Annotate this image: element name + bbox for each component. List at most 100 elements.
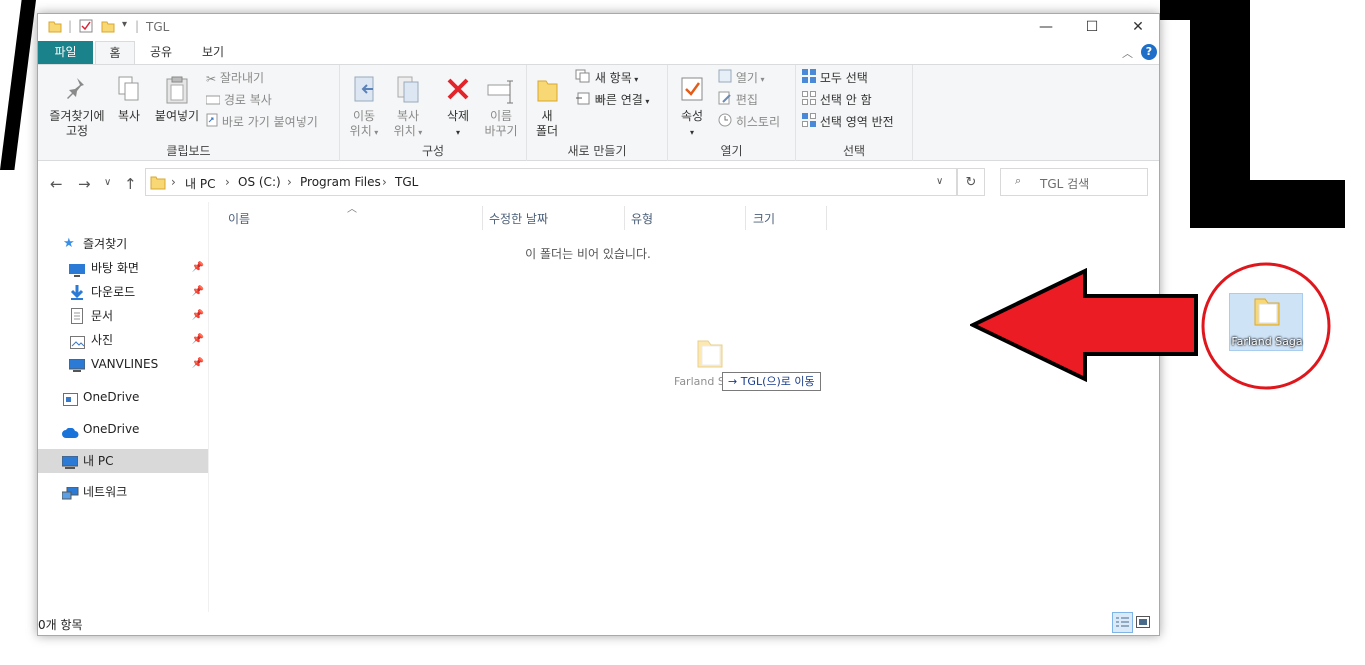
back-arrow-icon[interactable]: ← [50,175,63,193]
new-group-label: 새로 만들기 [567,144,627,158]
nav-item-documents-label: 문서 [91,309,114,323]
drag-move-tooltip: → TGL(으)로 이동 [722,372,821,391]
address-dropdown-icon[interactable]: ∨ [936,176,943,187]
delete-button[interactable]: 삭제 ▾ [438,75,478,140]
pin-label-2: 고정 [65,124,89,138]
pin-to-quick-access-button[interactable]: 즐겨찾기에 고정 [42,75,112,139]
sort-ascending-icon: ︿ [347,204,357,215]
nav-this-pc-label: 내 PC [83,454,114,468]
paste-icon [164,75,190,109]
move-label-2: 위치 [349,124,372,138]
column-separator[interactable] [482,206,483,230]
tab-view[interactable]: 보기 [193,41,233,64]
nav-item-vanvlines[interactable]: VANVLINES 📌 [38,352,208,376]
column-header-name[interactable]: 이름 [228,210,250,232]
new-folder-label-2: 폴더 [535,124,559,138]
easy-access-button[interactable]: 빠른 연결 ▾ [575,91,649,109]
navigation-pane: ★ 즐겨찾기 바탕 화면 📌 다운로드 📌 문서 📌 사진 📌 VANVLINE… [38,202,209,612]
rename-label-1: 이름 [489,109,513,123]
breadcrumb-os-c[interactable]: OS (C:) [238,175,281,189]
column-separator[interactable] [745,206,746,230]
copy-path-button[interactable]: 경로 복사 [205,91,272,109]
forward-arrow-icon[interactable]: → [78,175,91,193]
open-label: 열기 [735,71,758,85]
nav-item-downloads[interactable]: 다운로드 📌 [38,280,208,304]
properties-button[interactable]: 속성 ▾ [674,75,710,140]
collapse-ribbon-icon[interactable]: ︿ [1122,45,1133,61]
rename-button[interactable]: 이름 바꾸기 [480,75,522,139]
customize-dropdown-icon[interactable]: ▾ [122,19,127,35]
nav-this-pc[interactable]: 내 PC [38,449,208,473]
computer-icon [61,454,79,478]
recent-dropdown-icon[interactable]: ∨ [104,177,111,188]
breadcrumb-program-files[interactable]: Program Files [300,175,381,189]
new-folder-icon [535,75,559,109]
search-input[interactable]: ⌕ TGL 검색 [1000,168,1148,196]
new-item-button[interactable]: 새 항목 ▾ [575,69,638,87]
onedrive-icon [63,390,78,414]
close-button[interactable]: ✕ [1115,14,1161,40]
paste-shortcut-button[interactable]: 바로 가기 붙여넣기 [206,113,318,131]
cloud-icon [62,423,79,447]
tab-home[interactable]: 홈 [95,41,135,64]
folder-icon [1253,295,1281,330]
breadcrumb-separator: › [171,175,176,189]
large-icons-view-icon[interactable] [1136,616,1150,631]
nav-onedrive-1[interactable]: OneDrive [38,385,208,409]
window-title: TGL [146,20,170,34]
new-folder-button[interactable]: 새 폴더 [533,75,561,139]
minimize-button[interactable]: — [1023,14,1069,40]
breadcrumb-tgl[interactable]: TGL [395,175,418,189]
background-stroke [0,0,36,170]
edit-icon [718,91,732,110]
scissors-icon: ✂ [206,71,217,86]
breadcrumb-separator: › [225,175,230,189]
nav-onedrive-1-label: OneDrive [83,390,140,404]
details-view-icon[interactable] [1112,612,1133,633]
select-none-button[interactable]: 선택 안 함 [802,91,872,109]
copy-path-label: 경로 복사 [223,93,272,107]
properties-quick-icon[interactable] [79,19,93,35]
copy-button[interactable]: 복사 [114,75,144,124]
column-separator[interactable] [624,206,625,230]
file-list[interactable]: ︿ 이름 수정한 날짜 유형 크기 이 폴더는 비어 있습니다. [210,202,1158,612]
move-label-1: 이동 [352,109,376,123]
open-button[interactable]: 열기 ▾ [718,69,764,87]
invert-selection-button[interactable]: 선택 영역 반전 [802,113,894,131]
pin-icon: 📌 [191,334,204,345]
nav-item-pictures[interactable]: 사진 📌 [38,328,208,352]
copy-to-label-2: 위치 [393,124,416,138]
properties-icon [679,75,705,109]
cut-button[interactable]: ✂ 잘라내기 [206,69,264,87]
breadcrumb-this-pc[interactable]: 내 PC [185,175,215,192]
search-placeholder: TGL 검색 [1040,177,1090,191]
desktop-folder-icon[interactable]: Farland Saga [1229,293,1303,351]
nav-item-documents[interactable]: 문서 📌 [38,304,208,328]
copy-to-button[interactable]: 복사 위치 ▾ [388,75,428,140]
move-to-button[interactable]: 이동 위치 ▾ [344,75,384,140]
refresh-button[interactable]: ↻ [957,168,985,196]
new-folder-quick-icon[interactable] [101,19,115,35]
easy-access-icon [575,91,591,110]
column-header-size[interactable]: 크기 [753,210,775,232]
separator: | [135,19,140,33]
up-arrow-icon[interactable]: ↑ [124,175,137,193]
column-separator[interactable] [826,206,827,230]
tab-file[interactable]: 파일 [38,41,93,64]
help-icon[interactable]: ? [1141,44,1157,60]
address-bar[interactable]: › 내 PC › OS (C:) › Program Files › TGL ∨ [145,168,957,196]
nav-onedrive-2[interactable]: OneDrive [38,417,208,441]
edit-button[interactable]: 편집 [718,91,758,109]
paste-button[interactable]: 붙여넣기 [150,75,204,124]
column-header-date-modified[interactable]: 수정한 날짜 [489,210,548,232]
folder-icon [150,174,166,193]
nav-network[interactable]: 네트워크 [38,480,208,504]
invert-selection-icon [802,113,816,132]
ribbon: 즐겨찾기에 고정 복사 붙여넣기 ✂ 잘라내기 경로 복사 바로 가기 붙여넣기… [38,64,1159,161]
maximize-button[interactable]: ☐ [1069,14,1115,40]
tab-share[interactable]: 공유 [141,41,181,64]
open-group: 속성 ▾ 열기 ▾ 편집 히스토리 열기 [668,65,796,161]
column-header-type[interactable]: 유형 [631,210,653,232]
history-button[interactable]: 히스토리 [718,113,780,131]
select-all-button[interactable]: 모두 선택 [802,69,868,87]
